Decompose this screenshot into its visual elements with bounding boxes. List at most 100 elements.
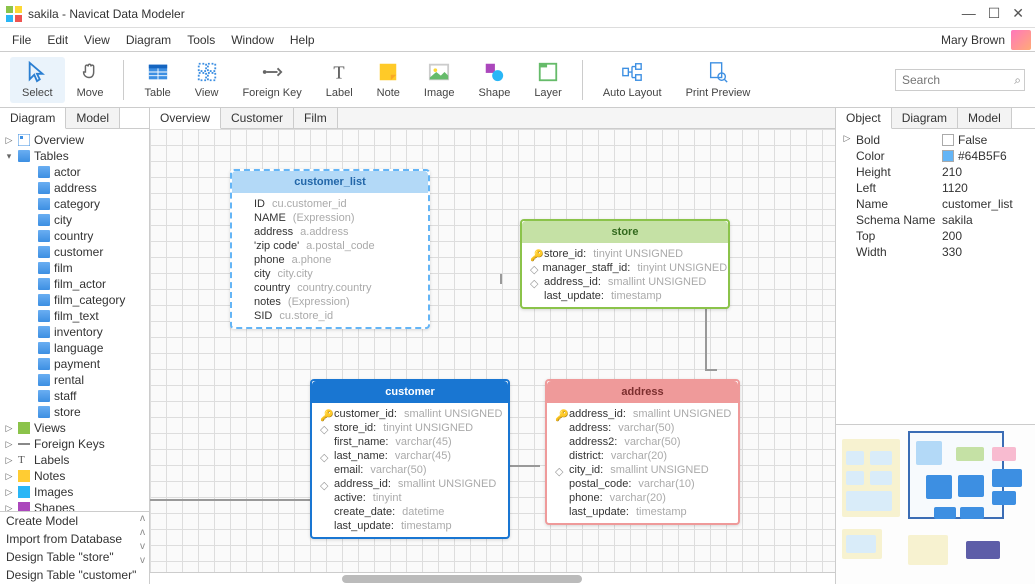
tree-table-actor[interactable]: actor [2,164,147,180]
menu-file[interactable]: File [4,31,39,49]
entity-column[interactable]: ◇store_id:tinyint UNSIGNED [312,421,508,435]
tree-table-payment[interactable]: payment [2,356,147,372]
tab-model-r[interactable]: Model [958,108,1012,128]
printpreview-tool[interactable]: Print Preview [674,57,763,103]
entity-column[interactable]: ◇address_id:smallint UNSIGNED [312,477,508,491]
action-create-model[interactable]: Create Model [0,512,149,530]
entity-customer-list[interactable]: customer_list IDcu.customer_idNAME(Expre… [230,169,430,329]
maximize-button[interactable]: ☐ [988,5,1001,22]
prop-bold[interactable]: False [942,133,1029,147]
entity-column[interactable]: 🔑address_id:smallint UNSIGNED [547,407,738,421]
canvas-tab-film[interactable]: Film [294,108,338,128]
tree-views[interactable]: ▷Views [2,420,147,436]
entity-column[interactable]: postal_code:varchar(10) [547,477,738,491]
entity-column[interactable]: SIDcu.store_id [232,309,428,323]
tree-table-film_category[interactable]: film_category [2,292,147,308]
close-button[interactable]: ✕ [1012,5,1024,22]
canvas[interactable]: customer_list IDcu.customer_idNAME(Expre… [150,129,835,572]
view-tool[interactable]: View [183,57,231,103]
menu-diagram[interactable]: Diagram [118,31,179,49]
tree-table-address[interactable]: address [2,180,147,196]
entity-store[interactable]: store 🔑store_id:tinyint UNSIGNED◇manager… [520,219,730,309]
entity-column[interactable]: create_date:datetime [312,505,508,519]
entity-column[interactable]: ◇city_id:smallint UNSIGNED [547,463,738,477]
prop-color[interactable]: #64B5F6 [942,149,1029,163]
entity-customer[interactable]: customer 🔑customer_id:smallint UNSIGNED◇… [310,379,510,539]
menu-window[interactable]: Window [223,31,282,49]
tree-table-film_actor[interactable]: film_actor [2,276,147,292]
prop-schema[interactable]: sakila [942,213,1029,227]
canvas-tab-overview[interactable]: Overview [150,108,221,129]
entity-column[interactable]: active:tinyint [312,491,508,505]
move-tool[interactable]: Move [65,57,116,103]
tree-overview[interactable]: ▷Overview [2,132,147,148]
entity-column[interactable]: address2:varchar(50) [547,435,738,449]
avatar-icon[interactable] [1011,30,1031,50]
shape-tool[interactable]: Shape [467,57,523,103]
prop-width[interactable]: 330 [942,245,1029,259]
menu-view[interactable]: View [76,31,118,49]
action-nav[interactable]: ʌʌvv [140,512,149,568]
entity-column[interactable]: first_name:varchar(45) [312,435,508,449]
table-tool[interactable]: Table [132,57,182,103]
foreignkey-tool[interactable]: Foreign Key [230,57,313,103]
entity-column[interactable]: citycity.city [232,267,428,281]
minimap[interactable] [836,424,1035,584]
prop-top[interactable]: 200 [942,229,1029,243]
minimize-button[interactable]: — [962,5,976,22]
tab-model[interactable]: Model [66,108,120,128]
horizontal-scrollbar[interactable] [150,572,835,584]
menu-edit[interactable]: Edit [39,31,76,49]
entity-column[interactable]: district:varchar(20) [547,449,738,463]
entity-column[interactable]: addressa.address [232,225,428,239]
entity-column[interactable]: notes(Expression) [232,295,428,309]
menu-tools[interactable]: Tools [179,31,223,49]
tab-diagram-r[interactable]: Diagram [892,108,958,128]
entity-column[interactable]: ◇last_name:varchar(45) [312,449,508,463]
tree-notes[interactable]: ▷Notes [2,468,147,484]
entity-column[interactable]: ◇address_id:smallint UNSIGNED [522,275,728,289]
note-tool[interactable]: Note [365,57,412,103]
entity-column[interactable]: last_update:timestamp [547,505,738,519]
entity-column[interactable]: NAME(Expression) [232,211,428,225]
user-name[interactable]: Mary Brown [941,33,1005,47]
tree-table-city[interactable]: city [2,212,147,228]
entity-column[interactable]: phonea.phone [232,253,428,267]
tree-images[interactable]: ▷Images [2,484,147,500]
tree-labels[interactable]: ▷TLabels [2,452,147,468]
entity-column[interactable]: 🔑store_id:tinyint UNSIGNED [522,247,728,261]
tree-table-film[interactable]: film [2,260,147,276]
tree-table-category[interactable]: category [2,196,147,212]
tree-table-customer[interactable]: customer [2,244,147,260]
tree-table-language[interactable]: language [2,340,147,356]
tree-table-rental[interactable]: rental [2,372,147,388]
entity-column[interactable]: 'zip code'a.postal_code [232,239,428,253]
menu-help[interactable]: Help [282,31,323,49]
tree-fks[interactable]: ▷Foreign Keys [2,436,147,452]
tab-object[interactable]: Object [836,108,892,129]
tree-tables[interactable]: ▾Tables [2,148,147,164]
tree-table-store[interactable]: store [2,404,147,420]
action-design-store[interactable]: Design Table "store" [0,548,149,566]
entity-column[interactable]: IDcu.customer_id [232,197,428,211]
canvas-tab-customer[interactable]: Customer [221,108,294,128]
label-tool[interactable]: T Label [314,57,365,103]
tree-table-staff[interactable]: staff [2,388,147,404]
tab-diagram[interactable]: Diagram [0,108,66,129]
entity-column[interactable]: countrycountry.country [232,281,428,295]
entity-column[interactable]: last_update:timestamp [522,289,728,303]
tree-shapes[interactable]: ▷Shapes [2,500,147,511]
action-import-db[interactable]: Import from Database [0,530,149,548]
entity-column[interactable]: last_update:timestamp [312,519,508,533]
action-design-customer[interactable]: Design Table "customer" [0,566,149,584]
tree-table-film_text[interactable]: film_text [2,308,147,324]
entity-column[interactable]: ◇manager_staff_id:tinyint UNSIGNED [522,261,728,275]
tree-table-inventory[interactable]: inventory [2,324,147,340]
search-field[interactable]: ⌕ [895,69,1025,91]
entity-column[interactable]: address:varchar(50) [547,421,738,435]
layer-tool[interactable]: Layer [522,57,574,103]
search-input[interactable] [895,69,1025,91]
autolayout-tool[interactable]: Auto Layout [591,57,674,103]
prop-name[interactable]: customer_list [942,197,1029,211]
tree-table-country[interactable]: country [2,228,147,244]
